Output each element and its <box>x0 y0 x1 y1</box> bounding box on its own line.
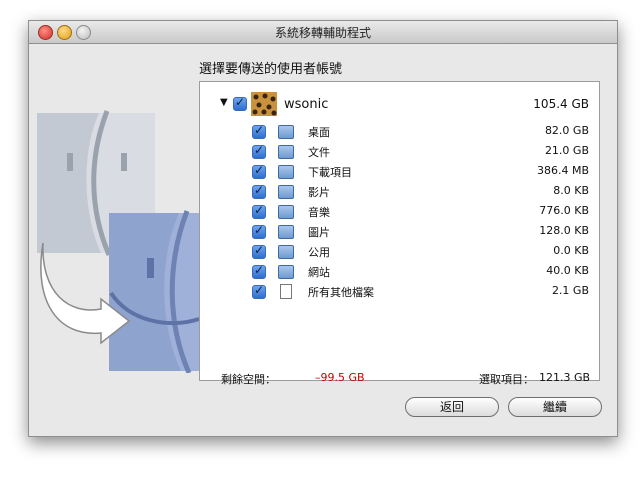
movies-folder-icon <box>278 185 294 199</box>
finder-migration-illustration <box>37 110 219 373</box>
item-size: 8.0 KB <box>553 184 589 197</box>
item-checkbox[interactable] <box>252 203 266 219</box>
public-folder-icon <box>278 245 294 259</box>
list-item[interactable]: 所有其他檔案 2.1 GB <box>200 282 599 300</box>
music-folder-icon <box>278 205 294 219</box>
user-account-size: 105.4 GB <box>533 97 589 111</box>
selected-items-value: 121.3 GB <box>539 371 591 384</box>
item-label: 影片 <box>308 186 330 199</box>
migration-assistant-window: 系統移轉輔助程式 選擇要傳送的使用者帳號 ▼ wsonic 105.4 <box>28 20 618 437</box>
user-account-checkbox[interactable] <box>233 95 247 111</box>
account-list-panel: ▼ wsonic 105.4 GB 桌面 82.0 GB 文件 21.0 GB <box>199 81 600 381</box>
item-label: 圖片 <box>308 226 330 239</box>
item-checkbox[interactable] <box>252 143 266 159</box>
item-label: 桌面 <box>308 126 330 139</box>
list-item[interactable]: 網站 40.0 KB <box>200 262 599 280</box>
window-title: 系統移轉輔助程式 <box>274 26 371 40</box>
item-label: 所有其他檔案 <box>308 286 374 299</box>
item-size: 40.0 KB <box>546 264 589 277</box>
item-checkbox[interactable] <box>252 123 266 139</box>
list-item[interactable]: 文件 21.0 GB <box>200 142 599 160</box>
sites-folder-icon <box>278 265 294 279</box>
list-item[interactable]: 圖片 128.0 KB <box>200 222 599 240</box>
item-label: 文件 <box>308 146 330 159</box>
user-account-name: wsonic <box>284 97 329 112</box>
item-checkbox[interactable] <box>252 163 266 179</box>
item-checkbox[interactable] <box>252 243 266 259</box>
title-bar: 系統移轉輔助程式 <box>29 21 617 44</box>
user-account-row[interactable]: ▼ wsonic 105.4 GB <box>200 92 599 118</box>
free-space-label: 剩餘空間： <box>221 373 276 386</box>
downloads-folder-icon <box>278 165 294 179</box>
desktop-folder-icon <box>278 125 294 139</box>
disclosure-triangle-icon[interactable]: ▼ <box>220 97 228 108</box>
list-item[interactable]: 桌面 82.0 GB <box>200 122 599 140</box>
item-label: 網站 <box>308 266 330 279</box>
back-button[interactable]: 返回 <box>405 397 499 417</box>
continue-button[interactable]: 繼續 <box>508 397 602 417</box>
pictures-folder-icon <box>278 225 294 239</box>
selected-items-label: 選取項目： <box>479 373 534 386</box>
item-size: 128.0 KB <box>539 224 589 237</box>
leopard-avatar-icon <box>251 92 277 116</box>
item-checkbox[interactable] <box>252 263 266 279</box>
item-label: 下載項目 <box>308 166 352 179</box>
item-checkbox[interactable] <box>252 283 266 299</box>
list-item[interactable]: 音樂 776.0 KB <box>200 202 599 220</box>
item-checkbox[interactable] <box>252 223 266 239</box>
item-size: 776.0 KB <box>539 204 589 217</box>
list-item[interactable]: 下載項目 386.4 MB <box>200 162 599 180</box>
item-size: 0.0 KB <box>553 244 589 257</box>
item-size: 2.1 GB <box>551 284 589 297</box>
item-size: 21.0 GB <box>544 144 589 157</box>
document-icon <box>280 284 292 299</box>
item-label: 音樂 <box>308 206 330 219</box>
item-checkbox[interactable] <box>252 183 266 199</box>
item-size: 82.0 GB <box>544 124 589 137</box>
item-size: 386.4 MB <box>536 164 589 177</box>
section-heading: 選擇要傳送的使用者帳號 <box>199 62 343 77</box>
list-item[interactable]: 影片 8.0 KB <box>200 182 599 200</box>
list-item[interactable]: 公用 0.0 KB <box>200 242 599 260</box>
free-space-value: –99.5 GB <box>315 371 365 384</box>
item-label: 公用 <box>308 246 330 259</box>
documents-folder-icon <box>278 145 294 159</box>
